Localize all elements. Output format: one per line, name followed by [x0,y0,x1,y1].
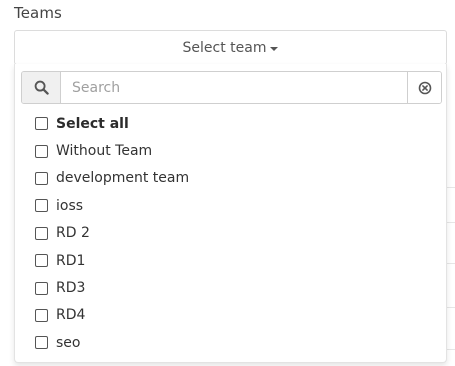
clear-search-button[interactable] [407,72,441,103]
checkbox[interactable] [35,226,48,240]
checkbox[interactable] [35,336,48,350]
option-rd3[interactable]: RD3 [35,274,435,301]
select-team-label: Select team [182,39,267,56]
option-label: RD4 [56,307,86,324]
option-label: Select all [56,115,129,132]
checkbox[interactable] [35,117,48,131]
caret-down-icon [270,46,279,51]
team-dropdown-menu: Select all Without Team development team… [14,64,447,363]
checkbox[interactable] [35,171,48,185]
search-group [21,71,442,104]
option-development-team[interactable]: development team [35,165,435,192]
search-addon [22,72,61,103]
checkbox[interactable] [35,199,48,213]
checkbox[interactable] [35,144,48,158]
option-seo[interactable]: seo [35,329,435,356]
option-label: seo [56,334,81,351]
select-team-button[interactable]: Select team [14,30,447,65]
option-ioss[interactable]: ioss [35,192,435,219]
option-label: RD1 [56,252,86,269]
option-label: ioss [56,197,84,214]
option-without-team[interactable]: Without Team [35,137,435,164]
option-label: development team [56,170,190,187]
option-rd1[interactable]: RD1 [35,247,435,274]
checkbox[interactable] [35,254,48,268]
teams-label: Teams [14,4,62,22]
option-label: Without Team [56,143,153,160]
checkbox[interactable] [35,308,48,322]
team-options-list: Select all Without Team development team… [35,110,435,357]
search-icon [34,80,49,95]
clear-circle-x-icon [418,81,431,94]
option-rd4[interactable]: RD4 [35,302,435,329]
option-select-all[interactable]: Select all [35,110,435,137]
search-input[interactable] [61,72,407,103]
option-label: RD3 [56,280,86,297]
option-label: RD 2 [56,225,90,242]
option-rd-2[interactable]: RD 2 [35,220,435,247]
checkbox[interactable] [35,281,48,295]
